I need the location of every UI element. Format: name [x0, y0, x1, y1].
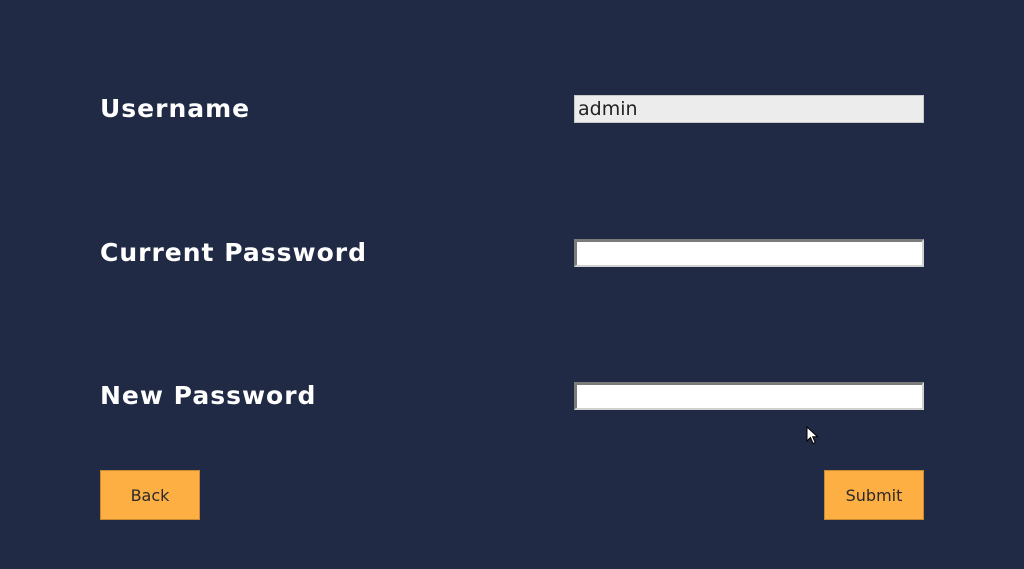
change-password-page: Username Current Password New Password B… [0, 0, 1024, 569]
username-label: Username [100, 94, 251, 123]
current-password-field[interactable] [574, 239, 924, 267]
submit-button[interactable]: Submit [824, 470, 924, 520]
new-password-label: New Password [100, 381, 317, 410]
current-password-label: Current Password [100, 238, 367, 267]
username-field[interactable] [574, 95, 924, 123]
back-button[interactable]: Back [100, 470, 200, 520]
new-password-field[interactable] [574, 382, 924, 410]
mouse-pointer-icon [806, 426, 819, 445]
